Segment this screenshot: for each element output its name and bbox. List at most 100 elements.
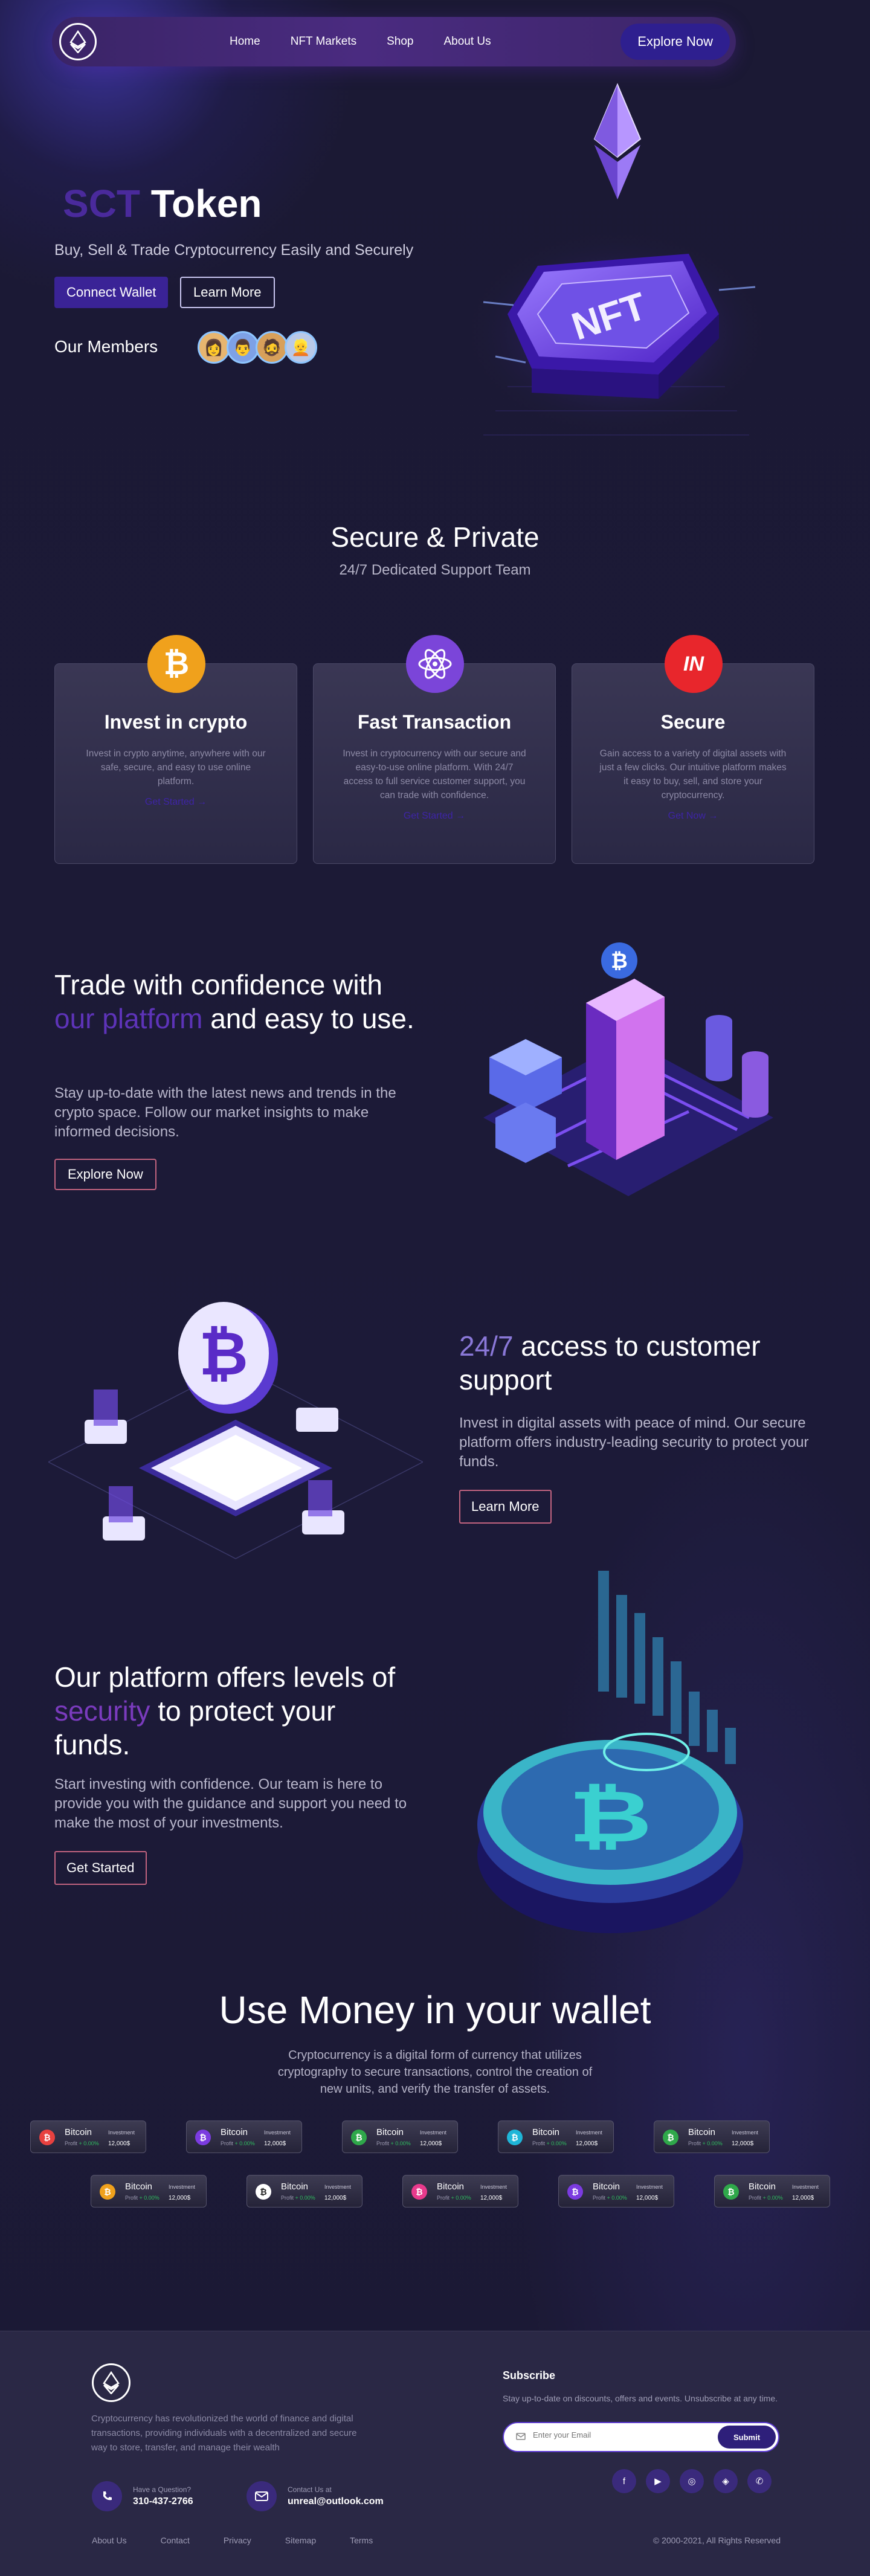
- footer-link-privacy[interactable]: Privacy: [224, 2536, 251, 2545]
- coin-icon: ₿: [100, 2184, 115, 2200]
- ticker-amount: 12,000$: [636, 2195, 659, 2201]
- crypto-city-illustration: ₿: [483, 942, 773, 1196]
- ticker-name: Bitcoin: [221, 2127, 248, 2137]
- svg-text:₿: ₿: [611, 950, 628, 973]
- ticker-profit: Profit + 0.00%: [437, 2195, 471, 2201]
- bitcoin-coin-illustration: ₿: [477, 1571, 743, 1933]
- card-title: Secure: [660, 711, 726, 733]
- ticker-card[interactable]: ₿ Bitcoin Profit + 0.00% Investment 12,000$: [654, 2120, 770, 2153]
- ticker-card[interactable]: ₿ Bitcoin Profit + 0.00% Investment 12,000$: [558, 2175, 674, 2207]
- ticker-name: Bitcoin: [532, 2127, 560, 2137]
- youtube-icon[interactable]: ▶: [646, 2469, 670, 2493]
- hero-title-rest: Token: [140, 182, 262, 225]
- bitcoin-icon: ₿: [147, 635, 205, 693]
- avatar[interactable]: 👩: [198, 331, 230, 364]
- ticker-card[interactable]: ₿ Bitcoin Profit + 0.00% Investment 12,000$: [714, 2175, 830, 2207]
- atom-icon: [406, 635, 464, 693]
- top-navbar: Home NFT Markets Shop About Us Explore N…: [52, 17, 736, 66]
- ticker-investment-label: Investment: [420, 2130, 447, 2136]
- copyright: © 2000-2021, All Rights Reserved: [652, 2536, 781, 2545]
- footer-description: Cryptocurrency has revolutionized the wo…: [91, 2413, 357, 2453]
- nft-token-illustration: NFT: [465, 83, 767, 436]
- ticker-card[interactable]: ₿ Bitcoin Profit + 0.00% Investment 12,000$: [246, 2175, 362, 2207]
- ticker-card[interactable]: ₿ Bitcoin Profit + 0.00% Investment 12,000$: [30, 2120, 146, 2153]
- ticker-investment-label: Investment: [576, 2130, 603, 2136]
- ticker-amount: 12,000$: [732, 2140, 754, 2147]
- ticker-investment-label: Investment: [264, 2130, 291, 2136]
- ticker-profit: Profit + 0.00%: [688, 2140, 723, 2146]
- explore-now-nav-button[interactable]: Explore Now: [620, 24, 730, 60]
- ticker-name: Bitcoin: [376, 2127, 404, 2137]
- footer-link-terms[interactable]: Terms: [350, 2536, 373, 2545]
- svg-text:₿: ₿: [199, 1320, 248, 1388]
- nav-link-nft-markets[interactable]: NFT Markets: [291, 35, 356, 48]
- learn-more-hero-button[interactable]: Learn More: [180, 277, 275, 308]
- learn-more-button[interactable]: Learn More: [459, 1490, 552, 1524]
- avatar[interactable]: 👨: [227, 331, 259, 364]
- ticker-investment-label: Investment: [792, 2184, 819, 2190]
- ticker-name: Bitcoin: [688, 2127, 716, 2137]
- crypto-chip-illustration: ₿: [48, 1302, 423, 1559]
- subscribe-text: Stay up-to-date on discounts, offers and…: [503, 2394, 778, 2403]
- submit-button[interactable]: Submit: [718, 2426, 776, 2449]
- nav-link-shop[interactable]: Shop: [387, 35, 413, 48]
- footer-logo-icon[interactable]: [92, 2363, 130, 2402]
- connect-wallet-button[interactable]: Connect Wallet: [54, 277, 169, 308]
- nav-links: Home NFT Markets Shop About Us: [230, 35, 521, 48]
- svg-text:₿: ₿: [569, 1777, 652, 1857]
- figma-icon[interactable]: ◈: [714, 2469, 738, 2493]
- avatar[interactable]: 🧔: [256, 331, 288, 364]
- security-text: Start investing with confidence. Our tea…: [54, 1776, 407, 1831]
- flag-logo-icon: IN: [665, 635, 723, 693]
- footer-link-about-us[interactable]: About Us: [92, 2536, 127, 2545]
- contact-email[interactable]: Contact Us at unreal@outlook.com: [246, 2481, 384, 2511]
- nav-link-home[interactable]: Home: [230, 35, 260, 48]
- subscribe-email-input[interactable]: [533, 2430, 684, 2439]
- avatar[interactable]: 👱: [285, 331, 317, 364]
- phone-icon: [92, 2481, 122, 2511]
- footer-link-sitemap[interactable]: Sitemap: [285, 2536, 316, 2545]
- hero-title-accent: SCT: [63, 182, 140, 225]
- card-title: Invest in crypto: [104, 711, 248, 733]
- trade-text: Stay up-to-date with the latest news and…: [54, 1085, 396, 1140]
- member-avatars: 👩 👨 🧔 👱: [198, 331, 317, 364]
- page: Home NFT Markets Shop About Us Explore N…: [0, 0, 870, 2576]
- ticker-card[interactable]: ₿ Bitcoin Profit + 0.00% Investment 12,000$: [342, 2120, 458, 2153]
- card-link-get-now[interactable]: Get Now →: [572, 811, 814, 822]
- ticker-card[interactable]: ₿ Bitcoin Profit + 0.00% Investment 12,000$: [402, 2175, 518, 2207]
- explore-now-button[interactable]: Explore Now: [54, 1159, 156, 1190]
- dribbble-icon[interactable]: ◎: [680, 2469, 704, 2493]
- ticker-profit: Profit + 0.00%: [593, 2195, 627, 2201]
- ticker-card[interactable]: ₿ Bitcoin Profit + 0.00% Investment 12,000$: [91, 2175, 207, 2207]
- ticker-investment-label: Investment: [108, 2130, 135, 2136]
- ticker-name: Bitcoin: [281, 2182, 309, 2192]
- secure-subtitle: 24/7 Dedicated Support Team: [339, 562, 531, 578]
- wallet-text: Cryptocurrency is a digital form of curr…: [277, 2049, 593, 2096]
- social-icons: f ▶ ◎ ◈ ✆: [612, 2469, 781, 2493]
- ticker-profit: Profit + 0.00%: [281, 2195, 315, 2201]
- contact-phone[interactable]: Have a Question? 310-437-2766: [92, 2481, 193, 2511]
- facebook-icon[interactable]: f: [612, 2469, 636, 2493]
- card-link-get-started[interactable]: Get Started →: [314, 811, 555, 822]
- whatsapp-icon[interactable]: ✆: [747, 2469, 772, 2493]
- ticker-card[interactable]: ₿ Bitcoin Profit + 0.00% Investment 12,000$: [186, 2120, 302, 2153]
- security-title: Our platform offers levels of security t…: [54, 1661, 396, 1760]
- card-text: Invest in cryptocurrency with our secure…: [343, 749, 526, 800]
- ticker-name: Bitcoin: [125, 2182, 153, 2192]
- get-started-button[interactable]: Get Started: [54, 1851, 147, 1885]
- coin-icon: ₿: [723, 2184, 739, 2200]
- ticker-investment-label: Investment: [169, 2184, 196, 2190]
- footer: Cryptocurrency has revolutionized the wo…: [0, 2331, 870, 2576]
- coin-icon: ₿: [195, 2130, 211, 2145]
- nav-link-about-us[interactable]: About Us: [444, 35, 491, 48]
- coin-icon: ₿: [351, 2130, 367, 2145]
- footer-links: About Us Contact Privacy Sitemap Terms: [92, 2536, 407, 2545]
- card-title: Fast Transaction: [357, 711, 512, 733]
- coin-icon: ₿: [507, 2130, 523, 2145]
- ethereum-logo-icon[interactable]: [59, 23, 97, 60]
- footer-link-contact[interactable]: Contact: [161, 2536, 190, 2545]
- ticker-card[interactable]: ₿ Bitcoin Profit + 0.00% Investment 12,000$: [498, 2120, 614, 2153]
- card-link-get-started[interactable]: Get Started →: [55, 797, 297, 808]
- ticker-name: Bitcoin: [65, 2127, 92, 2137]
- ticker-investment-label: Investment: [636, 2184, 663, 2190]
